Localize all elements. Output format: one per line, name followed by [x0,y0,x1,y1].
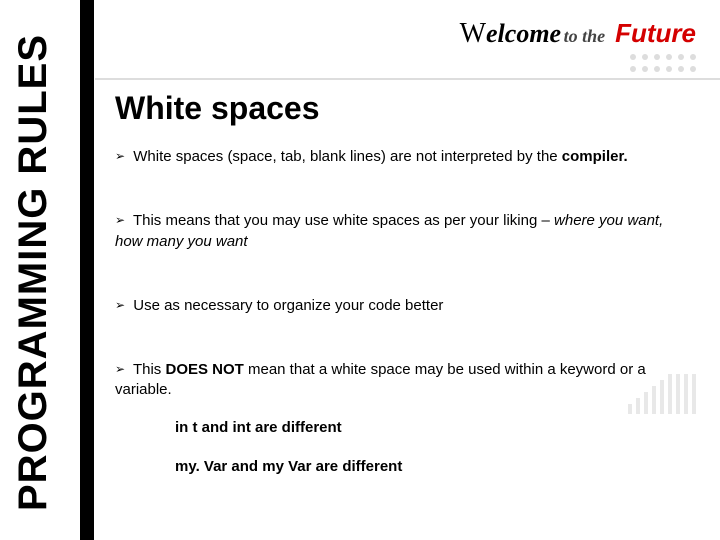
bullet-4: ➢ This DOES NOT mean that a white space … [115,360,690,401]
bullet-4-prefix: This [133,361,166,378]
horizontal-rule [95,78,720,80]
dot-grid-icon [630,54,696,72]
bullet-1: ➢ White spaces (space, tab, blank lines)… [115,147,690,167]
bullet-4-bold: DOES NOT [165,361,243,378]
bullet-arrow-icon: ➢ [115,297,125,313]
bullet-2: ➢ This means that you may use white spac… [115,211,690,252]
content-area: White spaces ➢ White spaces (space, tab,… [115,90,690,497]
bullet-arrow-icon: ➢ [115,148,125,164]
welcome-text: Welcome to the [460,18,606,50]
sub-example-1: in t and int are different [175,419,690,436]
slide-title: White spaces [115,90,690,127]
header-branding: Welcome to the Future [460,18,696,50]
bullet-arrow-icon: ➢ [115,361,125,377]
future-text: Future [615,18,696,49]
bullet-3: ➢ Use as necessary to organize your code… [115,296,690,316]
welcome-initial: W [460,18,486,49]
bullet-1-bold: compiler. [562,148,628,165]
sidebar-title: PROGRAMMING RULES [11,34,56,511]
bullet-2-prefix: This means that you may use white spaces… [133,212,554,229]
sub-example-2: my. Var and my Var are different [175,458,690,475]
bullet-1-prefix: White spaces (space, tab, blank lines) a… [133,148,562,165]
bullet-arrow-icon: ➢ [115,212,125,228]
welcome-rest: elcome [486,19,561,48]
slide: PROGRAMMING RULES Welcome to the Future … [0,0,720,540]
bullet-3-text: Use as necessary to organize your code b… [133,297,443,314]
vertical-bar [80,0,94,540]
to-the-text: to the [559,26,605,46]
